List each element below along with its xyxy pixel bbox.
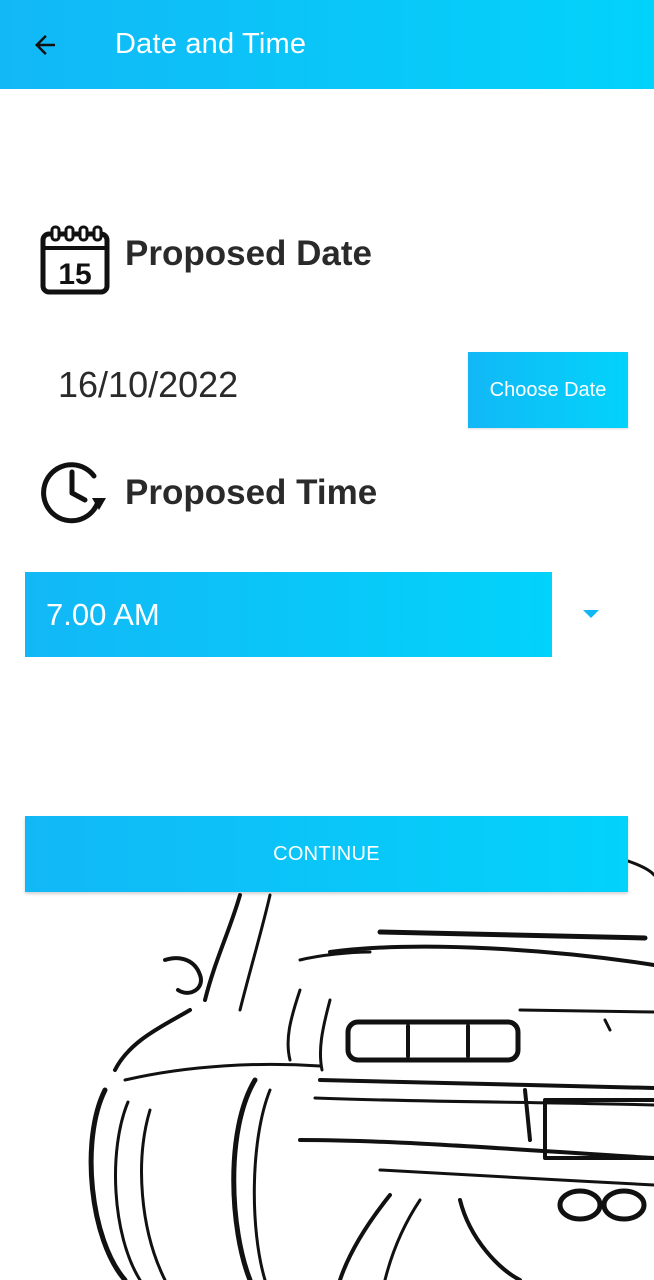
car-illustration <box>88 858 654 1280</box>
arrow-left-icon <box>35 35 55 55</box>
clock-history-icon <box>41 462 106 524</box>
caret-down-icon[interactable] <box>582 609 600 619</box>
back-button[interactable] <box>22 22 68 68</box>
calendar-icon-day: 15 <box>58 258 91 291</box>
app-bar: Date and Time <box>0 0 654 89</box>
proposed-date-heading: Proposed Date <box>125 234 372 273</box>
choose-date-button[interactable]: Choose Date <box>468 352 628 428</box>
proposed-time-heading: Proposed Time <box>125 473 378 512</box>
continue-button[interactable]: CONTINUE <box>25 816 628 892</box>
selected-time: 7.00 AM <box>46 597 160 632</box>
calendar-icon: 15 <box>40 225 110 295</box>
proposed-date-value: 16/10/2022 <box>58 364 239 405</box>
time-select[interactable]: 7.00 AM <box>25 572 552 657</box>
page-title: Date and Time <box>115 28 307 60</box>
